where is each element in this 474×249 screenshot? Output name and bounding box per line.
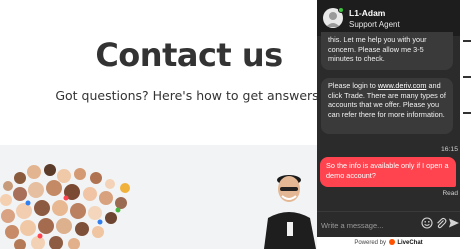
user-message: So the info is available only if I open … [320, 157, 456, 187]
powered-by-label: Powered by [354, 240, 386, 246]
chat-header: L1-Adam Support Agent [317, 0, 460, 36]
livechat-logo-icon [388, 239, 395, 245]
emoji-icon[interactable] [421, 217, 433, 229]
powered-by-footer: Powered by LiveChat [317, 237, 460, 249]
livechat-brand[interactable]: LiveChat [397, 240, 422, 246]
deriv-link[interactable]: www.deriv.com [378, 81, 427, 90]
agent-role: Support Agent [349, 20, 400, 29]
agent-message: this. Let me help you with your concern.… [321, 32, 453, 70]
support-person-photo [264, 175, 316, 249]
message-input[interactable] [321, 218, 417, 232]
agent-message-text: Please login to [328, 81, 378, 90]
agent-name: L1-Adam [349, 8, 386, 18]
message-timestamp: 16:15 [440, 146, 458, 153]
livechat-widget: L1-Adam Support Agent this. Let me help … [317, 0, 460, 249]
scroll-marker [463, 40, 471, 42]
scroll-marker [463, 76, 471, 78]
agent-message: Please login to www.deriv.com and click … [321, 78, 453, 134]
scroll-marker [463, 112, 471, 114]
send-icon[interactable] [448, 217, 460, 229]
read-receipt: Read [442, 190, 458, 197]
page-scroll-edge [460, 0, 474, 249]
community-avatars-image [0, 164, 130, 249]
attach-icon[interactable] [435, 217, 447, 229]
online-status-indicator [338, 7, 344, 13]
